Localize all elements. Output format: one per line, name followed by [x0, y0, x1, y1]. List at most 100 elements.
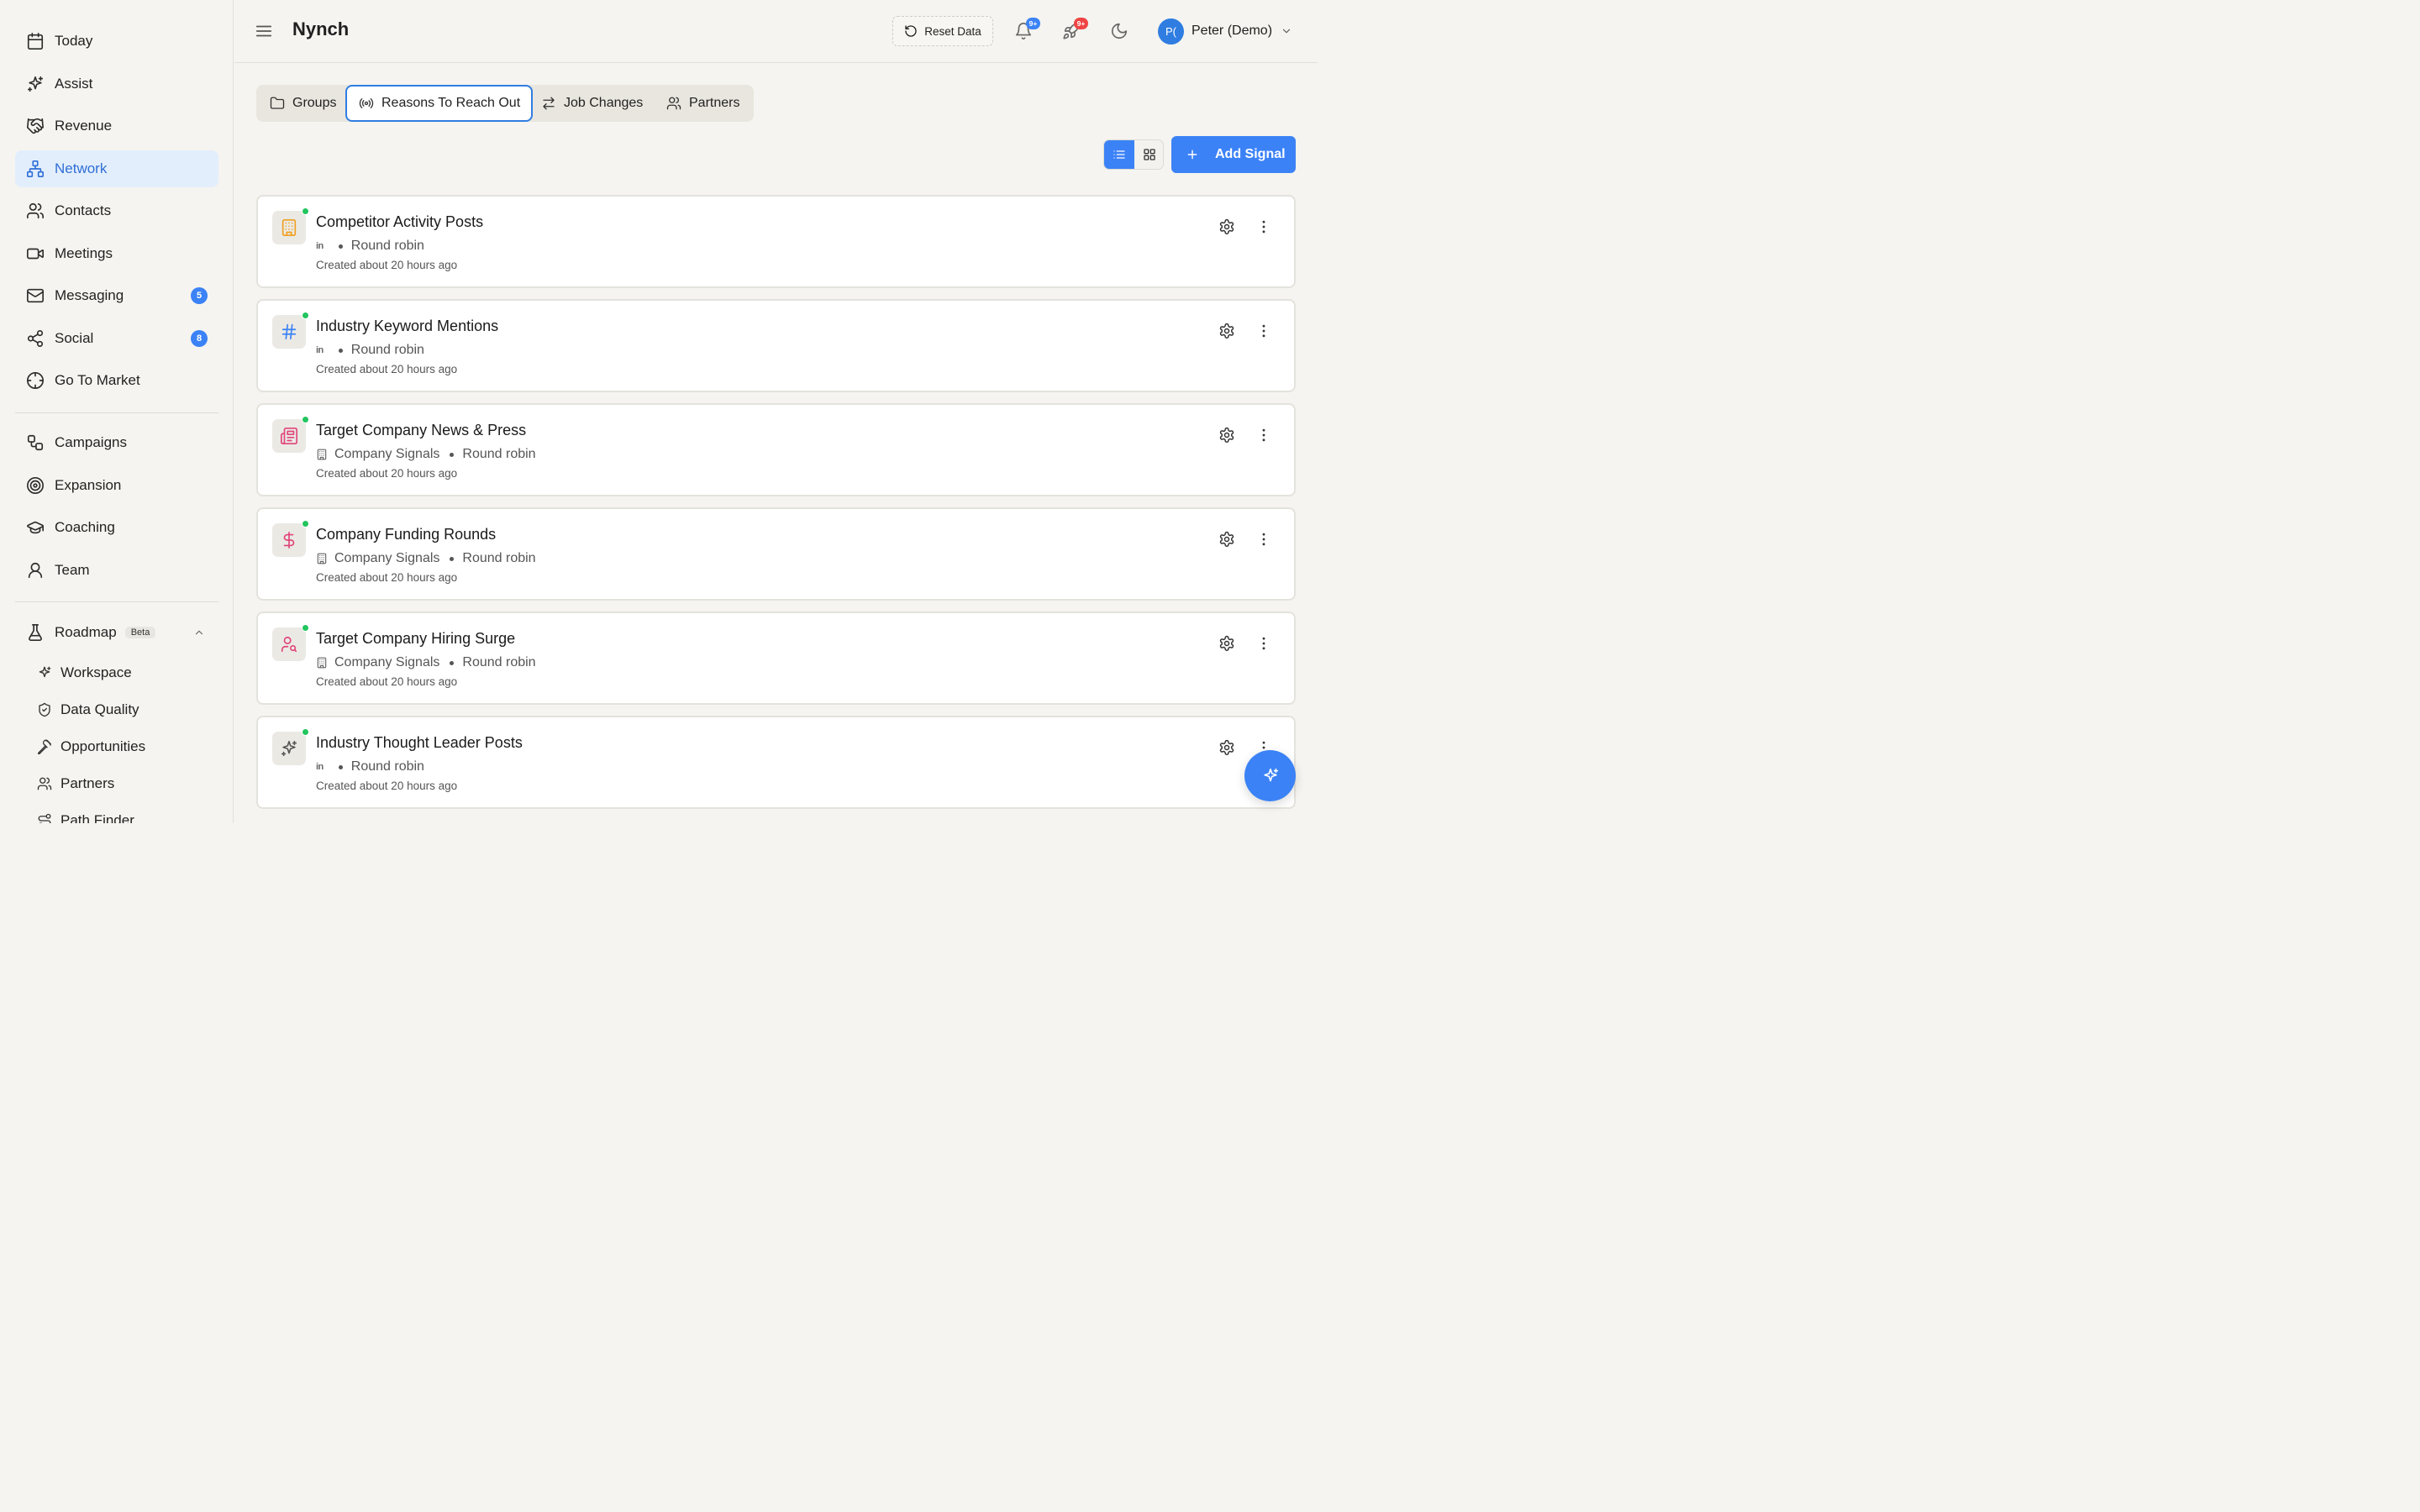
dollar-icon	[283, 532, 295, 549]
signal-created: Created about 20 hours ago	[316, 571, 458, 584]
sidebar-subitem-label: Workspace	[60, 664, 132, 680]
tab-groups[interactable]: Groups	[256, 85, 347, 122]
signal-card[interactable]: Target Company News & Press Company Sign…	[256, 403, 1296, 496]
sidebar-subitem-data-quality[interactable]: Data Quality	[34, 693, 218, 727]
building-icon	[317, 449, 327, 460]
sidebar-item-revenue[interactable]: Revenue	[15, 108, 218, 144]
user-icon	[28, 562, 43, 579]
signal-created: Created about 20 hours ago	[316, 675, 458, 688]
signal-source: Company Signals	[334, 447, 440, 461]
users-icon	[27, 202, 44, 219]
tab-partners[interactable]: Partners	[653, 85, 752, 122]
sidebar-item-label: Roadmap	[55, 624, 117, 640]
signal-type-icon	[272, 624, 309, 661]
signal-created: Created about 20 hours ago	[316, 259, 458, 271]
signal-card[interactable]: Target Company Hiring Surge Company Sign…	[256, 612, 1296, 705]
list-view-button[interactable]	[1104, 140, 1134, 169]
signal-card[interactable]: Industry Keyword Mentions in Round robin…	[256, 299, 1296, 392]
sidebar-item-label: Revenue	[55, 118, 113, 134]
sidebar-item-expansion[interactable]: Expansion	[15, 467, 218, 504]
activity-button[interactable]: 9+	[1062, 18, 1088, 40]
user-name: Peter (Demo)	[1192, 24, 1273, 38]
sidebar-item-campaigns[interactable]: Campaigns	[15, 424, 218, 461]
sidebar-item-label: Coaching	[55, 519, 115, 535]
active-status-dot	[302, 312, 309, 319]
avatar: P(	[1158, 18, 1184, 45]
tab-label: Partners	[689, 96, 740, 110]
sidebar-item-team[interactable]: Team	[15, 552, 218, 589]
more-vertical-icon[interactable]	[1255, 531, 1272, 548]
sidebar-item-label: Social	[55, 330, 94, 346]
chevron-down-icon	[1282, 29, 1291, 34]
signal-title: Industry Thought Leader Posts	[316, 734, 523, 751]
reset-data-label: Reset Data	[924, 24, 981, 38]
sparkles-icon	[281, 740, 297, 757]
signal-card[interactable]: Competitor Activity Posts in Round robin…	[256, 195, 1296, 288]
sidebar-subitem-partners[interactable]: Partners	[34, 767, 218, 801]
signal-card[interactable]: Company Funding Rounds Company Signals R…	[256, 507, 1296, 601]
sparkles-icon	[27, 76, 44, 92]
shield-check-icon	[39, 702, 50, 717]
more-vertical-icon[interactable]	[1255, 427, 1272, 444]
activity-badge: 9+	[1074, 18, 1088, 29]
crosshair-icon	[27, 372, 44, 389]
view-toggle	[1103, 139, 1164, 170]
users-icon	[666, 97, 681, 110]
sidebar-item-coaching[interactable]: Coaching	[15, 509, 218, 546]
settings-icon[interactable]	[1218, 427, 1235, 444]
sidebar-item-go-to-market[interactable]: Go To Market	[15, 362, 218, 399]
signal-created: Created about 20 hours ago	[316, 467, 458, 480]
settings-icon[interactable]	[1218, 739, 1235, 756]
video-icon	[27, 248, 44, 260]
active-status-dot	[302, 416, 309, 423]
app-title: Nynch	[292, 18, 350, 39]
arrows-swap-icon	[543, 97, 555, 110]
dark-mode-toggle[interactable]	[1110, 22, 1128, 40]
more-vertical-icon[interactable]	[1255, 323, 1272, 339]
notifications-badge: 9+	[1026, 18, 1040, 29]
sidebar-subitem-path-finder[interactable]: Path Finder	[34, 804, 218, 823]
more-vertical-icon[interactable]	[1255, 635, 1272, 652]
tab-reasons-to-reach-out[interactable]: Reasons To Reach Out	[345, 85, 533, 122]
sidebar-item-today[interactable]: Today	[15, 23, 218, 60]
ai-assistant-button[interactable]	[1244, 750, 1296, 801]
sidebar-item-roadmap[interactable]: Roadmap Beta	[15, 614, 218, 651]
separator-dot	[338, 764, 343, 769]
sidebar: Today Assist Revenue Network Contacts Me…	[0, 0, 234, 823]
sidebar-item-contacts[interactable]: Contacts	[15, 192, 218, 229]
sidebar-item-messaging[interactable]: Messaging 5	[15, 277, 218, 314]
more-vertical-icon[interactable]	[1255, 218, 1272, 235]
settings-icon[interactable]	[1218, 218, 1235, 235]
user-menu[interactable]: P( Peter (Demo)	[1158, 18, 1292, 45]
rotate-ccw-icon	[905, 25, 917, 37]
top-header: Nynch Reset Data 9+ 9+ P( Peter (Demo)	[234, 0, 1318, 63]
tab-job-changes[interactable]: Job Changes	[528, 85, 654, 122]
settings-icon[interactable]	[1218, 323, 1235, 339]
sidebar-item-assist[interactable]: Assist	[15, 66, 218, 102]
signal-type-icon	[272, 416, 309, 453]
sidebar-subitem-opportunities[interactable]: Opportunities	[34, 730, 218, 764]
signal-type-icon	[272, 312, 309, 349]
signal-card[interactable]: Industry Thought Leader Posts in Round r…	[256, 716, 1296, 809]
users-icon	[37, 777, 52, 790]
settings-icon[interactable]	[1218, 531, 1235, 548]
signal-meta: in Round robin	[316, 342, 424, 359]
list-icon	[1113, 150, 1125, 159]
sidebar-item-social[interactable]: Social 8	[15, 320, 218, 357]
sidebar-item-network[interactable]: Network	[15, 150, 218, 187]
add-signal-button[interactable]: Add Signal	[1171, 136, 1296, 173]
signal-meta: Company Signals Round robin	[316, 446, 536, 463]
sidebar-subitem-workspace[interactable]: Workspace	[34, 656, 218, 690]
signal-assignment: Round robin	[350, 343, 424, 357]
sidebar-item-meetings[interactable]: Meetings	[15, 235, 218, 272]
notifications-button[interactable]: 9+	[1014, 18, 1040, 40]
chevron-up-icon[interactable]	[193, 627, 205, 638]
settings-icon[interactable]	[1218, 635, 1235, 652]
sidebar-subitem-label: Partners	[60, 775, 115, 791]
linkedin-icon: in	[316, 345, 324, 355]
signal-type-icon	[272, 207, 309, 244]
grid-view-button[interactable]	[1134, 140, 1163, 169]
menu-icon[interactable]	[255, 22, 273, 40]
reset-data-button[interactable]: Reset Data	[892, 16, 993, 46]
signal-type-icon	[272, 520, 309, 557]
